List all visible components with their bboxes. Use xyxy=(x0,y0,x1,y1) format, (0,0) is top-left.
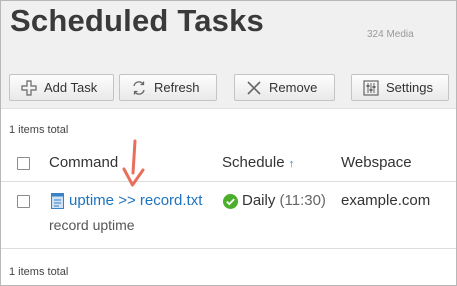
add-task-button[interactable]: Add Task xyxy=(9,74,114,101)
remove-label: Remove xyxy=(269,80,318,95)
refresh-icon xyxy=(133,80,145,95)
items-total-top: 1 items total xyxy=(9,124,69,136)
sort-ascending-icon: ↑ xyxy=(288,158,295,170)
schedule-cell: Daily (11:30) xyxy=(242,192,326,209)
command-link[interactable]: uptime >> record.txt xyxy=(69,192,202,209)
footer-divider xyxy=(1,248,456,249)
select-all-checkbox[interactable] xyxy=(17,157,30,170)
schedule-header-label: Schedule xyxy=(222,154,285,171)
settings-button[interactable]: Settings xyxy=(351,74,449,101)
down-arrow-icon xyxy=(122,139,145,187)
add-task-label: Add Task xyxy=(44,80,98,95)
toolbar: Add Task Refresh Remove Settings xyxy=(1,59,456,109)
check-circle-icon xyxy=(223,194,238,209)
items-total-bottom: 1 items total xyxy=(9,266,69,278)
webspace-cell: example.com xyxy=(341,192,431,209)
column-header-command: Command xyxy=(49,154,119,171)
settings-label: Settings xyxy=(386,80,433,95)
header-divider xyxy=(1,181,456,182)
refresh-button[interactable]: Refresh xyxy=(119,74,217,101)
scheduled-tasks-panel: Scheduled Tasks 324 Media Add Task Refre… xyxy=(0,0,457,286)
script-file-icon xyxy=(51,193,64,209)
page-header: Scheduled Tasks 324 Media xyxy=(1,1,456,59)
column-header-webspace: Webspace xyxy=(341,154,412,171)
column-header-schedule[interactable]: Schedule ↑ xyxy=(222,154,294,171)
x-icon xyxy=(247,80,261,95)
command-description: record uptime xyxy=(49,217,135,233)
sliders-icon xyxy=(363,79,379,96)
plus-icon xyxy=(21,79,37,96)
schedule-time: (11:30) xyxy=(279,192,326,209)
row-checkbox[interactable] xyxy=(17,195,30,208)
remove-button[interactable]: Remove xyxy=(234,74,335,101)
schedule-frequency: Daily xyxy=(242,192,276,209)
page-title: Scheduled Tasks xyxy=(10,3,264,38)
refresh-label: Refresh xyxy=(154,80,200,95)
watermark: 324 Media xyxy=(367,29,414,40)
